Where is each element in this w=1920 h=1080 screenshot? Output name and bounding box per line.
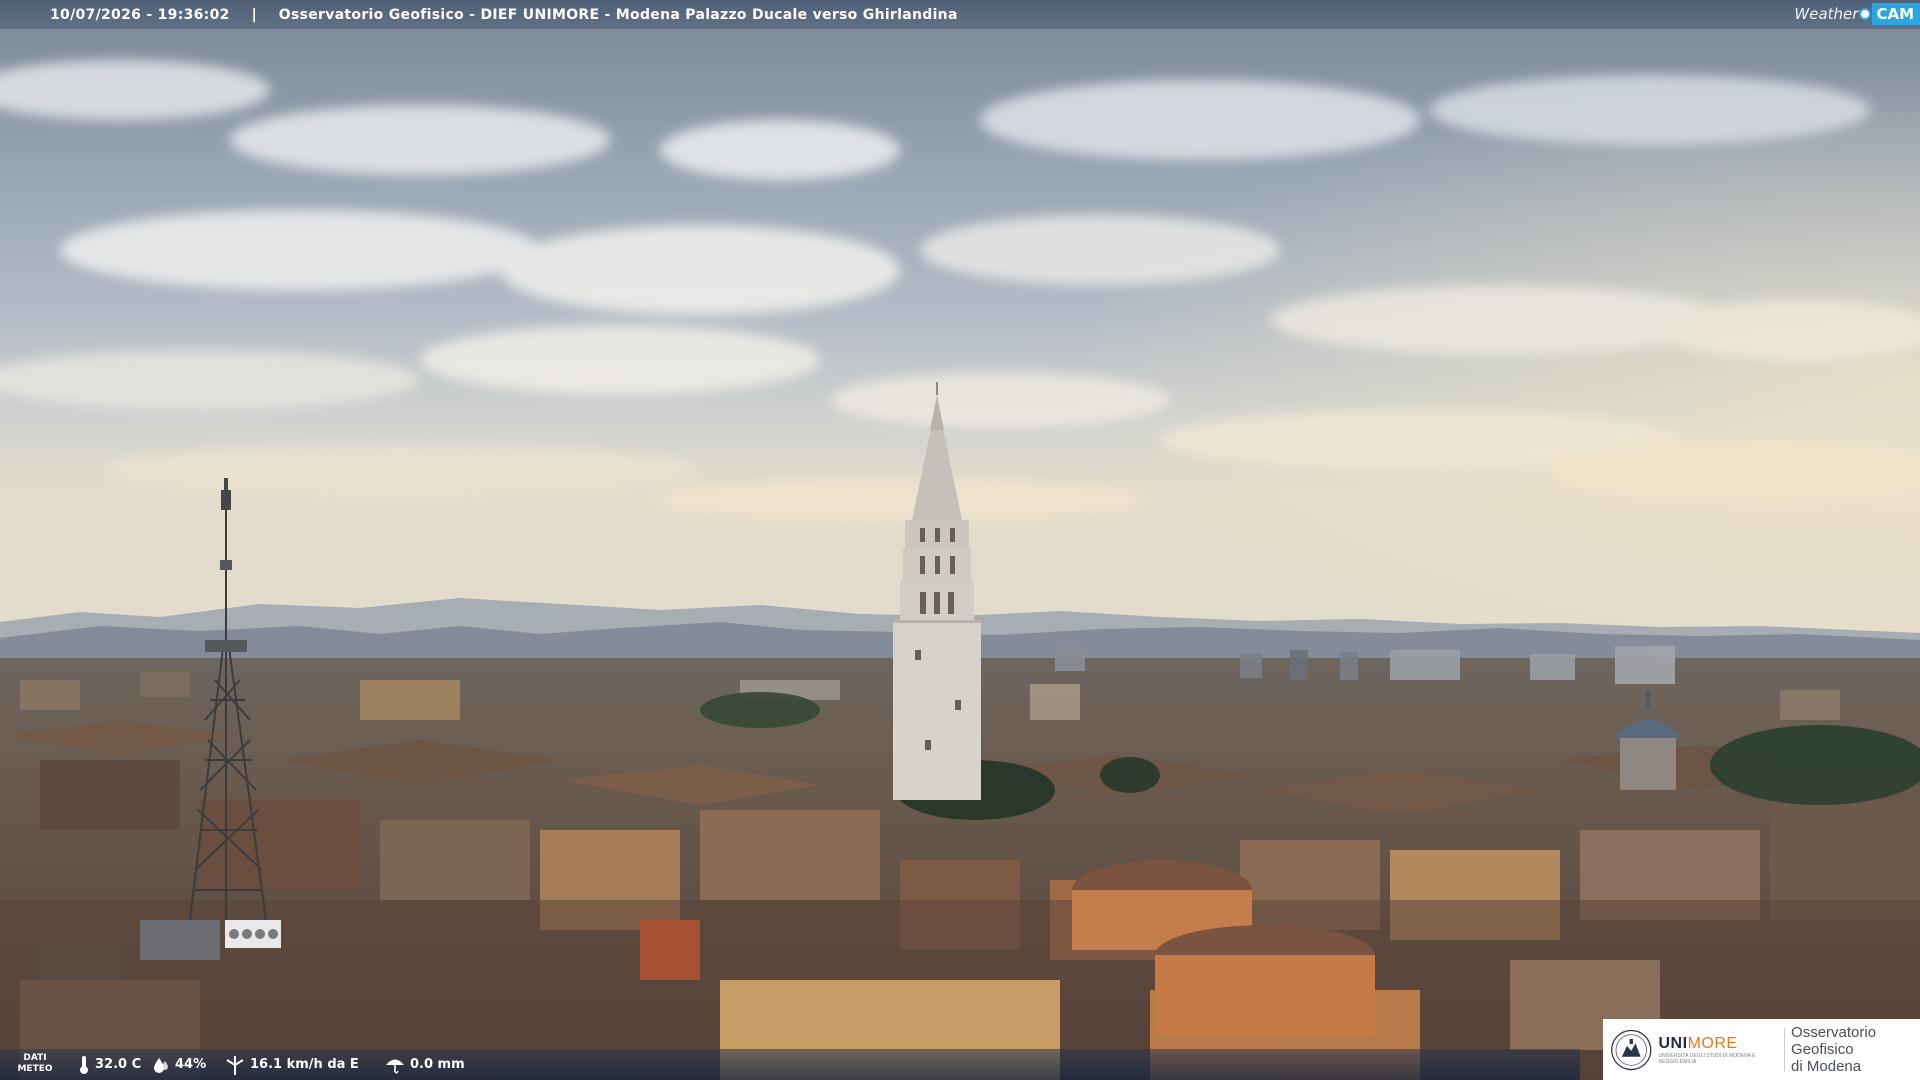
unimore-brand: UNIMORE UNIVERSITÀ DEGLI STUDI DI MODENA… bbox=[1659, 1035, 1775, 1065]
observatory-name: Osservatorio Geofisico di Modena bbox=[1791, 1024, 1920, 1075]
wind-turbine-icon bbox=[226, 1055, 244, 1075]
title-separator: | bbox=[251, 6, 257, 23]
rain-reading: 0.0 mm bbox=[385, 1049, 465, 1080]
weathercam-logo: Weather CAM bbox=[1794, 2, 1920, 26]
humidity-reading: 44% bbox=[152, 1049, 206, 1080]
webcam-info-bar: 10/07/2026 - 19:36:02 | Osservatorio Geo… bbox=[0, 0, 1920, 29]
humidity-drop-icon bbox=[154, 1057, 168, 1073]
rain-umbrella-icon bbox=[386, 1059, 404, 1073]
temperature-reading: 32.0 C bbox=[78, 1049, 141, 1080]
unimore-observatory-logo: UNIMORE UNIVERSITÀ DEGLI STUDI DI MODENA… bbox=[1603, 1019, 1920, 1080]
meteo-label: DATI METEO bbox=[10, 1053, 60, 1075]
humidity-value: 44% bbox=[175, 1057, 207, 1072]
observatory-name-line1: Osservatorio Geofisico bbox=[1791, 1024, 1877, 1058]
webcam-panorama-image bbox=[0, 0, 1920, 1080]
unimore-name-part1: UNI bbox=[1658, 1034, 1688, 1052]
weathercam-logo-weather: Weather bbox=[1794, 5, 1859, 23]
unimore-subtitle: UNIVERSITÀ DEGLI STUDI DI MODENA E REGGI… bbox=[1658, 1052, 1756, 1065]
wind-reading: 16.1 km/h da E bbox=[225, 1049, 359, 1080]
unimore-name: UNIMORE bbox=[1659, 1035, 1775, 1053]
meteo-label-line2: METEO bbox=[17, 1064, 53, 1074]
webcam-title: Osservatorio Geofisico - DIEF UNIMORE - … bbox=[278, 6, 958, 23]
wind-value: 16.1 km/h da E bbox=[250, 1057, 359, 1072]
capture-timestamp: 10/07/2026 - 19:36:02 bbox=[50, 6, 230, 23]
observatory-name-line2: di Modena bbox=[1791, 1058, 1862, 1075]
logo-divider bbox=[1784, 1027, 1786, 1072]
rain-value: 0.0 mm bbox=[410, 1057, 465, 1072]
meteo-label-line1: DATI bbox=[23, 1053, 47, 1063]
meteo-data-bar: DATI METEO 32.0 C 44% 16.1 km/h da E 0.0… bbox=[0, 1049, 1580, 1080]
unimore-name-part2: MORE bbox=[1687, 1034, 1738, 1052]
weathercam-logo-cam: CAM bbox=[1872, 3, 1920, 25]
weathercam-logo-dot-icon bbox=[1859, 8, 1872, 20]
thermometer-icon bbox=[80, 1055, 88, 1074]
university-seal-icon bbox=[1611, 1029, 1652, 1070]
temperature-value: 32.0 C bbox=[95, 1057, 142, 1072]
